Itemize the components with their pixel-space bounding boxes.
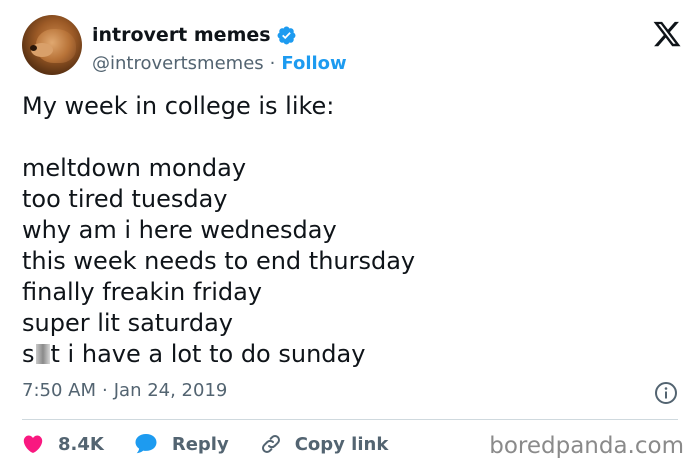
- tweet-line-thursday: this week needs to end thursday: [22, 247, 416, 275]
- avatar[interactable]: [22, 15, 82, 75]
- tweet-date: Jan 24, 2019: [113, 380, 228, 401]
- follow-button[interactable]: Follow: [281, 53, 346, 74]
- display-name[interactable]: introvert memes: [92, 24, 271, 46]
- tweet-card: introvert memes @introvertsmemes · Follo…: [0, 0, 700, 471]
- like-count: 8.4K: [58, 433, 104, 455]
- tweet-line-wednesday: why am i here wednesday: [22, 216, 337, 244]
- handle-row: @introvertsmemes · Follow: [92, 51, 347, 75]
- avatar-nose: [30, 45, 37, 51]
- tweet-intro: My week in college is like:: [22, 92, 335, 120]
- reply-button[interactable]: Reply: [134, 433, 229, 455]
- censor-block: [35, 344, 50, 364]
- info-icon[interactable]: [654, 381, 678, 405]
- handle[interactable]: @introvertsmemes: [92, 53, 264, 74]
- tweet-line-tuesday: too tired tuesday: [22, 185, 228, 213]
- link-icon: [261, 435, 280, 453]
- tweet-line-monday: meltdown monday: [22, 154, 247, 182]
- name-row: introvert memes: [92, 22, 297, 48]
- tweet-text: My week in college is like: meltdown mon…: [22, 91, 672, 370]
- sunday-suffix: t i have a lot to do sunday: [50, 340, 366, 368]
- tweet-header: introvert memes @introvertsmemes · Follo…: [22, 15, 682, 77]
- x-logo-icon[interactable]: [652, 19, 682, 49]
- tweet-time: 7:50 AM: [22, 380, 96, 401]
- tweet-timestamp[interactable]: 7:50 AM · Jan 24, 2019: [22, 380, 227, 401]
- handle-separator: ·: [269, 52, 276, 74]
- action-bar: 8.4K Reply Copy link: [22, 431, 418, 457]
- tweet-line-saturday: super lit saturday: [22, 309, 234, 337]
- sunday-prefix: s: [22, 340, 35, 368]
- tweet-line-friday: finally freakin friday: [22, 278, 262, 306]
- copy-link-button[interactable]: Copy link: [259, 432, 389, 456]
- timestamp-separator: ·: [102, 380, 108, 401]
- watermark: boredpanda.com: [489, 433, 684, 459]
- divider: [22, 419, 678, 420]
- copy-link-label: Copy link: [294, 433, 389, 455]
- tweet-line-sunday: s t i have a lot to do sunday: [22, 339, 672, 370]
- verified-badge-icon: [277, 26, 296, 44]
- speech-bubble-icon: [135, 434, 157, 454]
- heart-icon: [23, 435, 43, 453]
- reply-label: Reply: [171, 433, 229, 455]
- like-button[interactable]: 8.4K: [22, 433, 104, 455]
